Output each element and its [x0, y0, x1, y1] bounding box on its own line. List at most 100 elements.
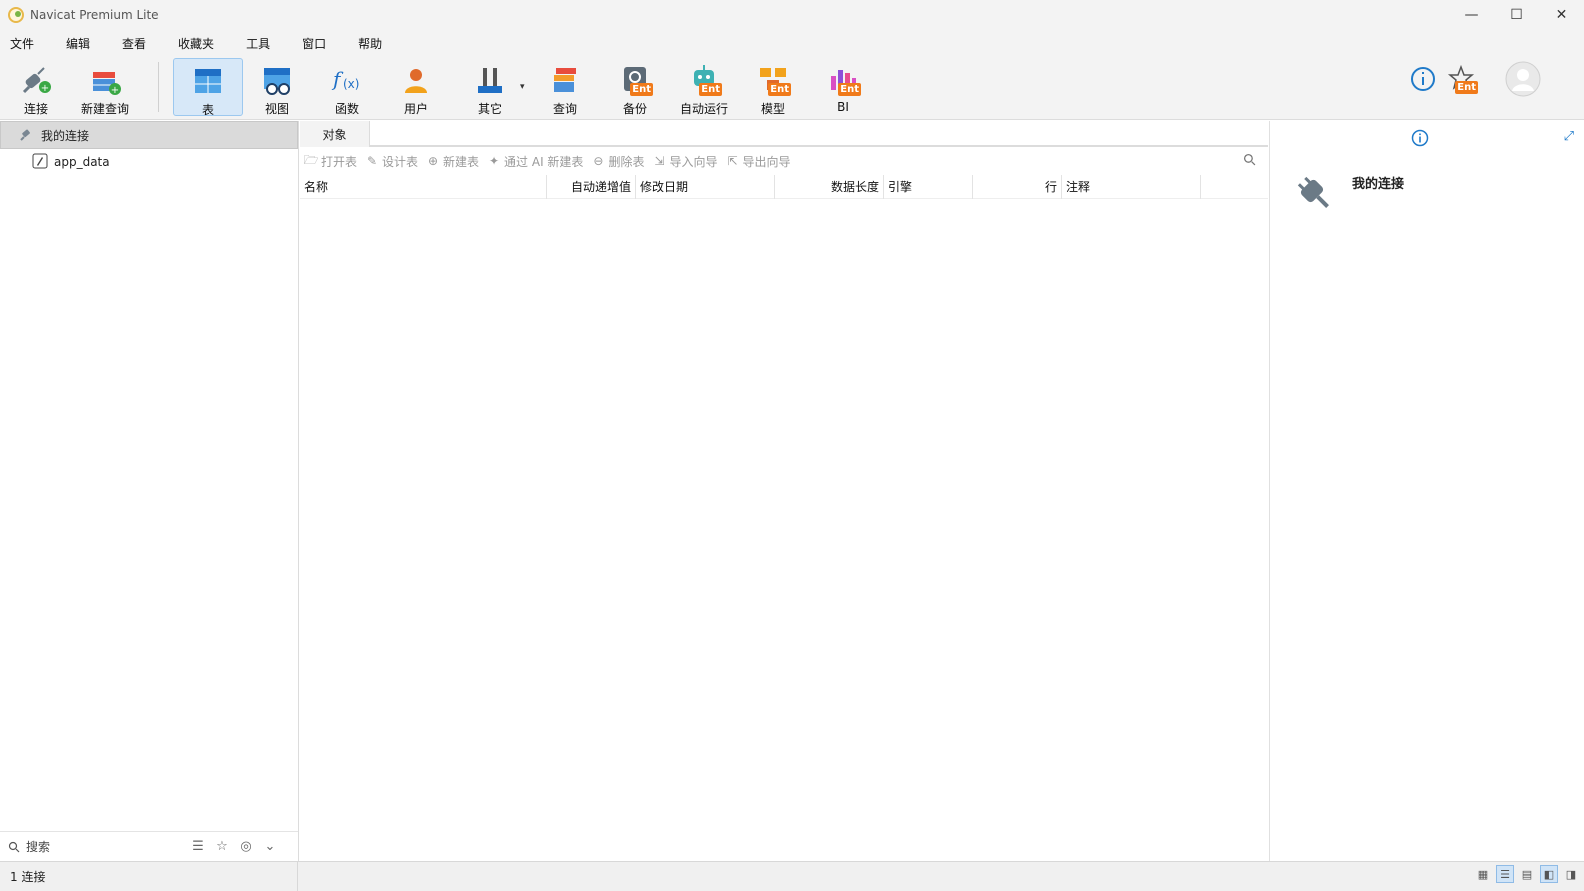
minus-circle-icon: ⊖: [593, 154, 604, 168]
my-connections-header[interactable]: 我的连接: [0, 121, 298, 149]
filter-icon[interactable]: ☰: [190, 838, 206, 854]
tab-objects[interactable]: 对象: [300, 121, 370, 147]
toolbar-separator: [158, 62, 159, 112]
ent-badge: Ent: [838, 83, 861, 96]
svg-text:+: +: [41, 83, 49, 94]
toolbar-backup-label: 备份: [622, 102, 647, 116]
close-button[interactable]: ✕: [1539, 0, 1584, 30]
toolbar-query-button[interactable]: 查询: [542, 58, 588, 116]
maximize-button[interactable]: ☐: [1494, 0, 1539, 30]
locate-icon[interactable]: ◎: [238, 838, 254, 854]
column-header-name[interactable]: 名称: [300, 174, 547, 199]
enterprise-star-icon[interactable]: Ent: [1446, 64, 1478, 96]
toolbar-table-button[interactable]: 表: [173, 58, 243, 117]
collapse-icon[interactable]: ⌄: [262, 838, 278, 854]
tree-item-app-data[interactable]: app_data: [0, 151, 298, 173]
status-bar: 1 连接 ▦ ☰ ▤ ◧ ◨: [0, 861, 1584, 891]
toolbar-automation-label: 自动运行: [679, 102, 728, 116]
favorite-star-icon[interactable]: ☆: [214, 838, 230, 854]
toolbar-connection-label: 连接: [23, 102, 48, 116]
search-placeholder[interactable]: 搜索: [26, 838, 50, 855]
menu-bar: 文件 编辑 查看 收藏夹 工具 窗口 帮助: [0, 30, 1584, 56]
toolbar-model-button[interactable]: Ent 模型: [750, 58, 796, 116]
toolbar-backup-button[interactable]: Ent 备份: [612, 58, 658, 116]
delete-table-button[interactable]: ⊖ 删除表: [591, 153, 644, 170]
backup-icon: Ent: [617, 62, 653, 98]
menu-help[interactable]: 帮助: [358, 35, 382, 52]
column-header-engine[interactable]: 引擎: [884, 174, 973, 199]
svg-text:(x): (x): [343, 77, 359, 91]
info-connection: 我的连接: [1284, 163, 1404, 222]
menu-favorites[interactable]: 收藏夹: [178, 35, 214, 52]
toolbar-user-label: 用户: [403, 102, 428, 116]
list-view-icon[interactable]: ☰: [1496, 865, 1514, 883]
minimize-button[interactable]: —: [1449, 0, 1494, 30]
column-header-rows[interactable]: 行: [973, 174, 1062, 199]
window-controls: — ☐ ✕: [1449, 0, 1584, 30]
my-connections-label: 我的连接: [41, 128, 90, 143]
other-dropdown-arrow-icon[interactable]: ▾: [520, 82, 525, 92]
design-table-button[interactable]: ✎ 设计表: [365, 153, 418, 170]
tab-bar-fill: [370, 121, 1268, 146]
navigation-search-tools: ☰ ☆ ◎ ⌄: [190, 838, 278, 854]
connection-count-status: 1 连接: [0, 861, 298, 891]
menu-file[interactable]: 文件: [10, 35, 34, 52]
toolbar-other-button[interactable]: 其它: [464, 58, 516, 116]
open-table-label: 打开表: [321, 154, 358, 169]
info-icon[interactable]: [1410, 66, 1436, 95]
menu-view[interactable]: 查看: [122, 35, 146, 52]
tree-item-label: app_data: [54, 155, 110, 169]
right-pane-toggle-icon[interactable]: ◨: [1562, 865, 1580, 883]
ent-badge: Ent: [1455, 81, 1478, 94]
toolbar-function-label: 函数: [334, 102, 359, 116]
export-wizard-label: 导出向导: [742, 154, 791, 169]
toolbar-view-button[interactable]: 视图: [254, 58, 300, 116]
user-avatar-icon[interactable]: [1504, 60, 1542, 101]
column-header-data-length[interactable]: 数据长度: [775, 174, 884, 199]
toolbar-connection-button[interactable]: + 连接: [12, 58, 60, 116]
left-pane-toggle-icon[interactable]: ◧: [1540, 865, 1558, 883]
plus-circle-icon: ⊕: [428, 154, 439, 168]
expand-icon[interactable]: ⤢: [1564, 129, 1574, 144]
pencil-icon: ✎: [366, 154, 378, 168]
toolbar-bi-button[interactable]: Ent BI: [820, 58, 866, 116]
design-table-label: 设计表: [382, 154, 419, 169]
title-bar: Navicat Premium Lite — ☐ ✕: [0, 0, 1584, 30]
object-pane: 对象 🗁 打开表 ✎ 设计表 ⊕ 新建表 ✦ 通过 AI 新建表 ⊖ 删除表 ⇲ 导入向导 …: [300, 121, 1268, 861]
navigation-pane: 我的连接 app_data 搜索 ☰ ☆ ◎ ⌄: [0, 121, 299, 861]
sqlite-db-icon: [32, 153, 48, 172]
ent-badge: Ent: [630, 83, 653, 96]
import-wizard-button[interactable]: ⇲ 导入向导: [652, 153, 717, 170]
new-table-button[interactable]: ⊕ 新建表: [426, 153, 479, 170]
toolbar-user-button[interactable]: 用户: [393, 58, 439, 116]
navigation-search-bar[interactable]: 搜索 ☰ ☆ ◎ ⌄: [0, 831, 298, 861]
ai-sparkle-icon: ✦: [489, 154, 500, 168]
view-mode-buttons: ▦ ☰ ▤ ◧ ◨: [1474, 865, 1580, 883]
column-header-comment[interactable]: 注释: [1062, 174, 1201, 199]
toolbar-new-query-button[interactable]: + 新建查询: [76, 58, 134, 116]
open-table-button[interactable]: 🗁 打开表: [304, 153, 357, 170]
main-toolbar: + 连接 + 新建查询 表 视图 f (x) 函数 用户 其它 ▾ 查询 Ent…: [0, 56, 1584, 120]
object-search-icon[interactable]: [1243, 153, 1256, 169]
export-wizard-button[interactable]: ⇱ 导出向导: [725, 153, 790, 170]
toolbar-model-label: 模型: [760, 102, 785, 116]
menu-edit[interactable]: 编辑: [66, 35, 90, 52]
info-tab-icon[interactable]: [1411, 129, 1429, 150]
ai-new-table-button[interactable]: ✦ 通过 AI 新建表: [487, 153, 583, 170]
grid-view-icon[interactable]: ▦: [1474, 865, 1492, 883]
menu-window[interactable]: 窗口: [302, 35, 326, 52]
toolbar-automation-button[interactable]: Ent 自动运行: [676, 58, 732, 116]
toolbar-new-query-label: 新建查询: [80, 102, 129, 116]
model-icon: Ent: [755, 62, 791, 98]
user-icon: [398, 62, 434, 98]
column-header-auto-increment[interactable]: 自动递增值: [547, 174, 636, 199]
ent-badge: Ent: [768, 83, 791, 96]
column-header-modified-date[interactable]: 修改日期: [636, 174, 775, 199]
ent-badge: Ent: [699, 83, 722, 96]
new-table-label: 新建表: [443, 154, 480, 169]
svg-text:+: +: [111, 85, 119, 96]
toolbar-function-button[interactable]: f (x) 函数: [324, 58, 370, 116]
detail-view-icon[interactable]: ▤: [1518, 865, 1536, 883]
menu-tools[interactable]: 工具: [246, 35, 270, 52]
delete-table-label: 删除表: [608, 154, 645, 169]
